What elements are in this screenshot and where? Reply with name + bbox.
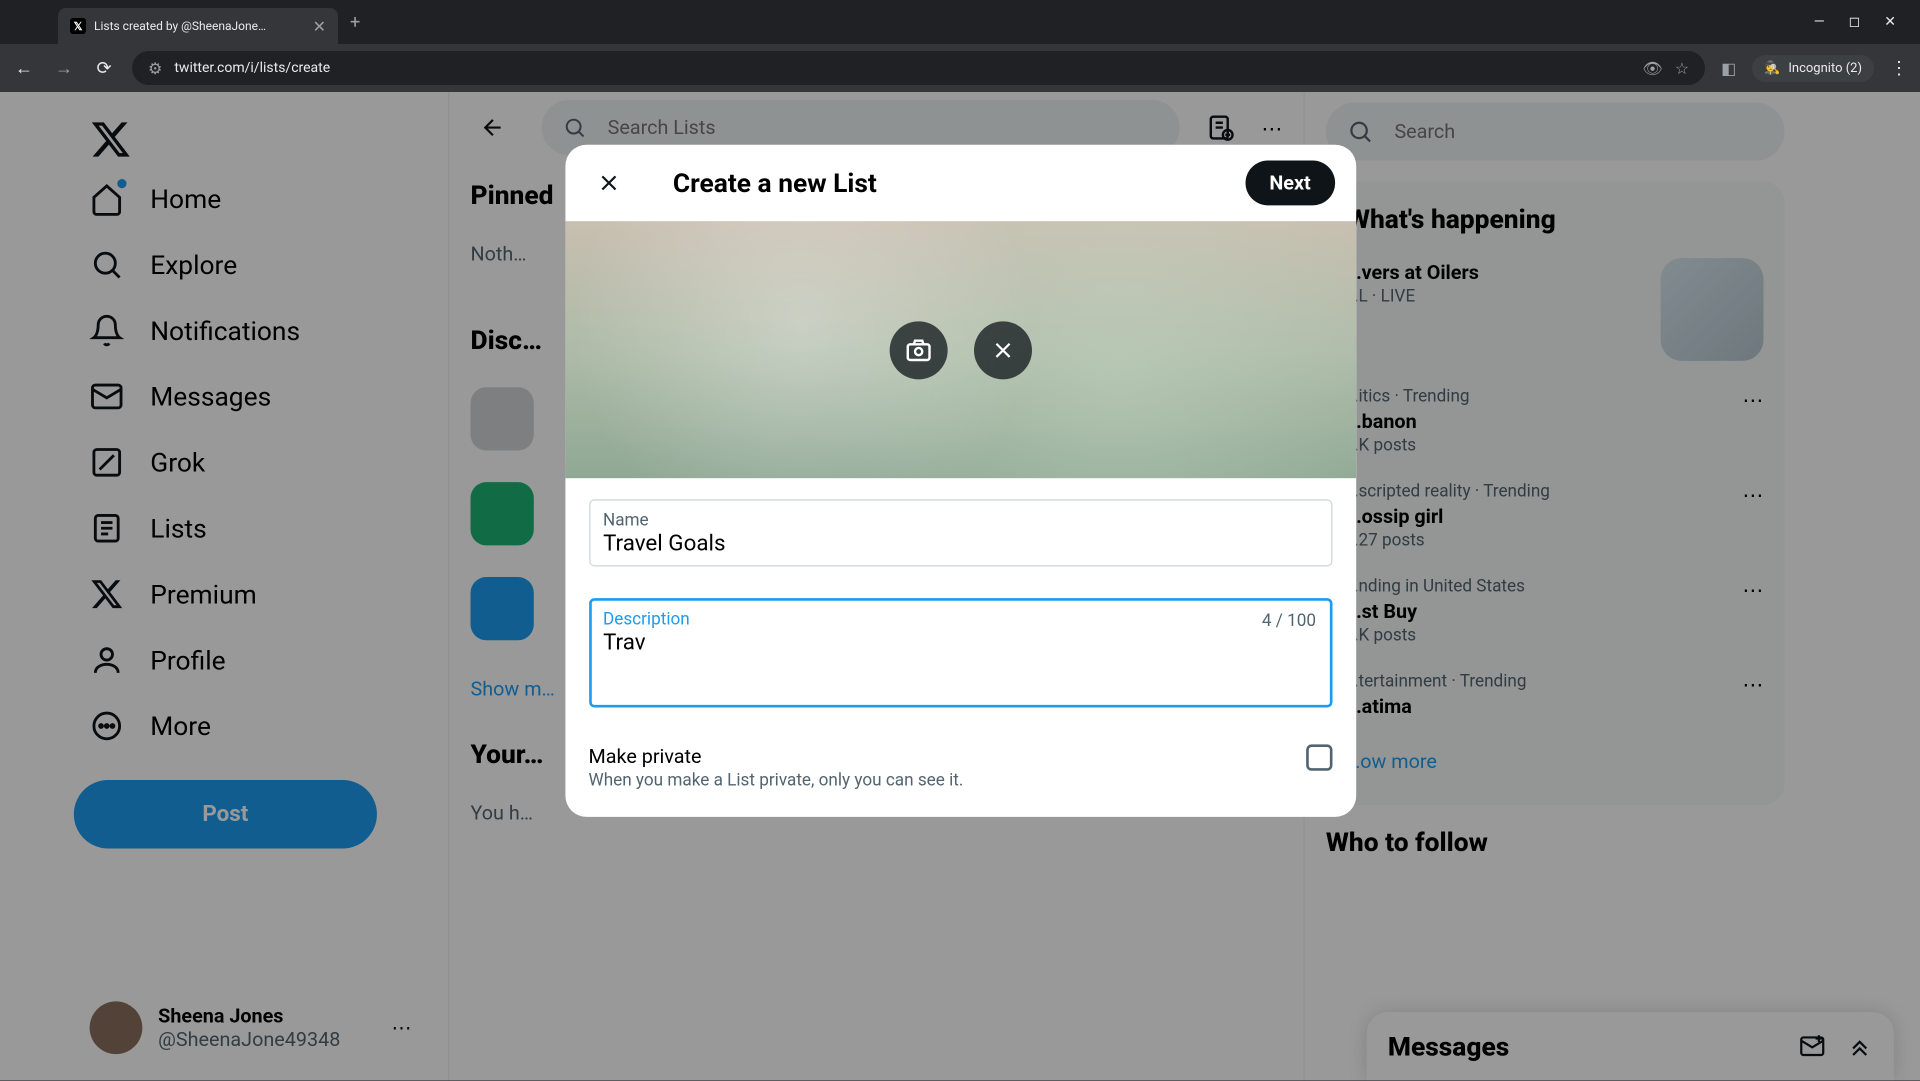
- description-field[interactable]: Description 4 / 100: [588, 598, 1331, 707]
- browser-tab[interactable]: 𝕏 Lists created by @SheenaJone… ✕: [58, 8, 338, 44]
- tab-title: Lists created by @SheenaJone…: [94, 19, 305, 33]
- url-field[interactable]: ⚙ twitter.com/i/lists/create 👁 ☆: [132, 51, 1705, 85]
- private-checkbox[interactable]: [1305, 744, 1331, 770]
- x-favicon-icon: 𝕏: [70, 18, 86, 34]
- site-settings-icon[interactable]: ⚙: [148, 59, 162, 78]
- incognito-icon: 🕵: [1764, 61, 1780, 76]
- name-input[interactable]: [603, 531, 1317, 557]
- remove-photo-button[interactable]: [973, 321, 1031, 379]
- url-bar: ← → ⟳ ⚙ twitter.com/i/lists/create 👁 ☆ ◧…: [0, 44, 1920, 92]
- new-tab-button[interactable]: +: [350, 12, 360, 33]
- create-list-modal: Create a new List Next Name Description: [565, 145, 1356, 817]
- incognito-badge[interactable]: 🕵 Incognito (2): [1752, 55, 1874, 82]
- tab-bar: 𝕏 Lists created by @SheenaJone… ✕ + ― ◻ …: [0, 0, 1920, 44]
- forward-icon[interactable]: →: [52, 58, 76, 79]
- back-icon[interactable]: ←: [12, 58, 36, 79]
- star-icon[interactable]: ☆: [1675, 59, 1689, 78]
- modal-overlay[interactable]: Create a new List Next Name Description: [0, 92, 1920, 1081]
- private-hint: When you make a List private, only you c…: [588, 771, 963, 791]
- close-window-icon[interactable]: ✕: [1884, 14, 1896, 30]
- modal-body: Name Description 4 / 100 Make private Wh…: [565, 478, 1356, 817]
- eye-off-icon[interactable]: 👁: [1642, 59, 1662, 78]
- url-text: twitter.com/i/lists/create: [174, 60, 1630, 76]
- maximize-icon[interactable]: ◻: [1849, 14, 1861, 30]
- name-field[interactable]: Name: [588, 499, 1331, 566]
- reload-icon[interactable]: ⟳: [92, 58, 116, 79]
- description-counter: 4 / 100: [1262, 611, 1316, 631]
- private-label: Make private: [588, 744, 963, 768]
- name-label: Name: [603, 511, 1317, 531]
- add-photo-button[interactable]: [889, 321, 947, 379]
- browser-menu-icon[interactable]: ⋮: [1890, 58, 1908, 79]
- minimize-icon[interactable]: ―: [1814, 14, 1825, 30]
- extensions-icon[interactable]: ◧: [1721, 59, 1736, 78]
- incognito-label: Incognito (2): [1788, 61, 1862, 76]
- window-controls: ― ◻ ✕: [1814, 14, 1912, 30]
- modal-title: Create a new List: [673, 167, 1204, 199]
- close-button[interactable]: [586, 161, 631, 206]
- next-button[interactable]: Next: [1246, 161, 1335, 206]
- description-label: Description: [603, 610, 1317, 630]
- banner-image: [565, 221, 1356, 478]
- description-input[interactable]: [603, 630, 1317, 693]
- private-row: Make private When you make a List privat…: [588, 739, 1331, 796]
- tab-close-icon[interactable]: ✕: [313, 17, 326, 36]
- modal-header: Create a new List Next: [565, 145, 1356, 221]
- browser-chrome: 𝕏 Lists created by @SheenaJone… ✕ + ― ◻ …: [0, 0, 1920, 92]
